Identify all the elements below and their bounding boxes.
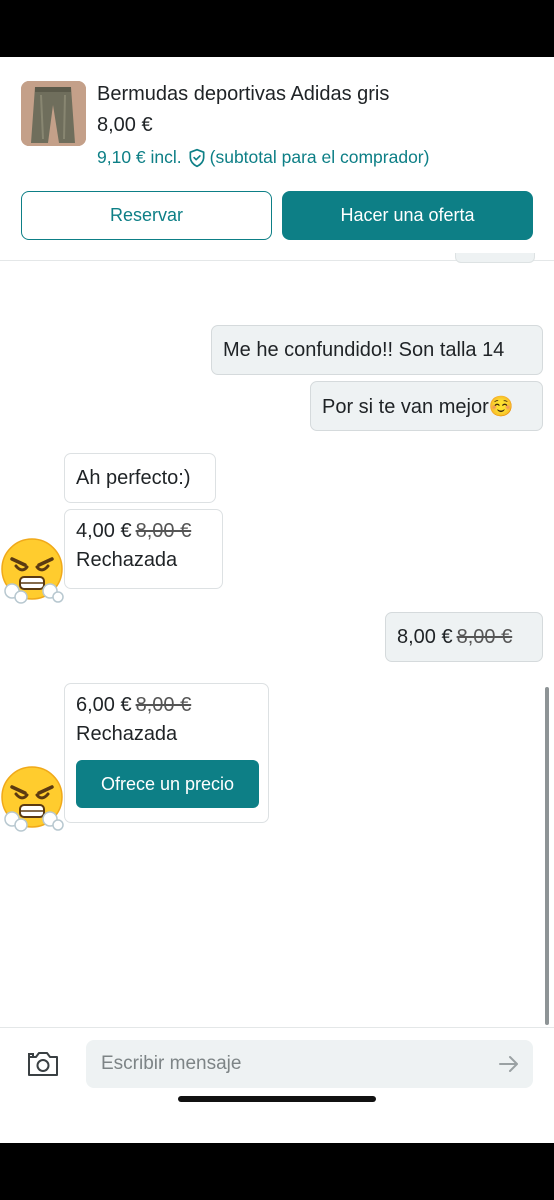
huffing-face-avatar-icon <box>1 538 64 604</box>
arrow-right-icon[interactable] <box>497 1052 521 1076</box>
message-text: Por si te van mejor☺️ <box>322 395 514 418</box>
offer-status: Rechazada <box>76 549 178 571</box>
scrollbar[interactable] <box>545 687 549 1025</box>
offer-amount: 8,00 € <box>397 625 453 648</box>
message-composer <box>0 1027 554 1143</box>
message-list[interactable]: Me he confundido!! Son talla 14 Por si t… <box>0 253 554 1027</box>
reserve-button[interactable]: Reservar <box>21 191 272 240</box>
pants-photo-icon <box>21 81 86 146</box>
message-bubble-outgoing: Por si te van mejor☺️ <box>310 381 543 431</box>
message-bubble-outgoing: Me he confundido!! Son talla 14 <box>211 325 543 375</box>
make-offer-button[interactable]: Hacer una oferta <box>282 191 533 240</box>
offer-bubble-incoming: 4,00 €8,00 € Rechazada <box>64 509 223 589</box>
camera-icon[interactable] <box>26 1050 60 1078</box>
offer-bubble-incoming: 6,00 €8,00 € Rechazada Ofrece un precio <box>64 683 269 823</box>
buyer-total-price: 9,10 € incl. <box>97 147 182 167</box>
offer-bubble-outgoing: 8,00 €8,00 € <box>385 612 543 662</box>
offer-amount: 4,00 € <box>76 520 132 542</box>
previous-message-bubble <box>455 253 535 263</box>
buyer-total-note: (subtotal para el comprador) <box>209 147 430 167</box>
home-indicator <box>178 1096 376 1102</box>
offer-status: Rechazada <box>76 723 178 745</box>
offer-price-button[interactable]: Ofrece un precio <box>76 760 259 808</box>
bottom-bar <box>0 1143 554 1200</box>
status-bar <box>0 0 554 57</box>
offer-original-price: 8,00 € <box>135 520 192 542</box>
shield-check-icon <box>189 148 205 167</box>
message-text: Ah perfecto:) <box>76 466 191 489</box>
message-input[interactable] <box>86 1040 533 1088</box>
offer-original-price: 8,00 € <box>135 694 192 716</box>
product-header: Bermudas deportivas Adidas gris 8,00 € 9… <box>0 57 554 261</box>
message-bubble-incoming: Ah perfecto:) <box>64 453 216 503</box>
product-title[interactable]: Bermudas deportivas Adidas gris <box>97 83 389 106</box>
offer-original-price: 8,00 € <box>456 625 513 648</box>
product-thumbnail[interactable] <box>21 81 86 146</box>
offer-amount: 6,00 € <box>76 694 132 716</box>
chat-screen: Bermudas deportivas Adidas gris 8,00 € 9… <box>0 57 554 1143</box>
message-text: Me he confundido!! Son talla 14 <box>223 338 505 361</box>
buyer-total: 9,10 € incl. (subtotal para el comprador… <box>97 147 429 168</box>
product-price: 8,00 € <box>97 114 153 136</box>
huffing-face-avatar-icon <box>1 766 64 832</box>
